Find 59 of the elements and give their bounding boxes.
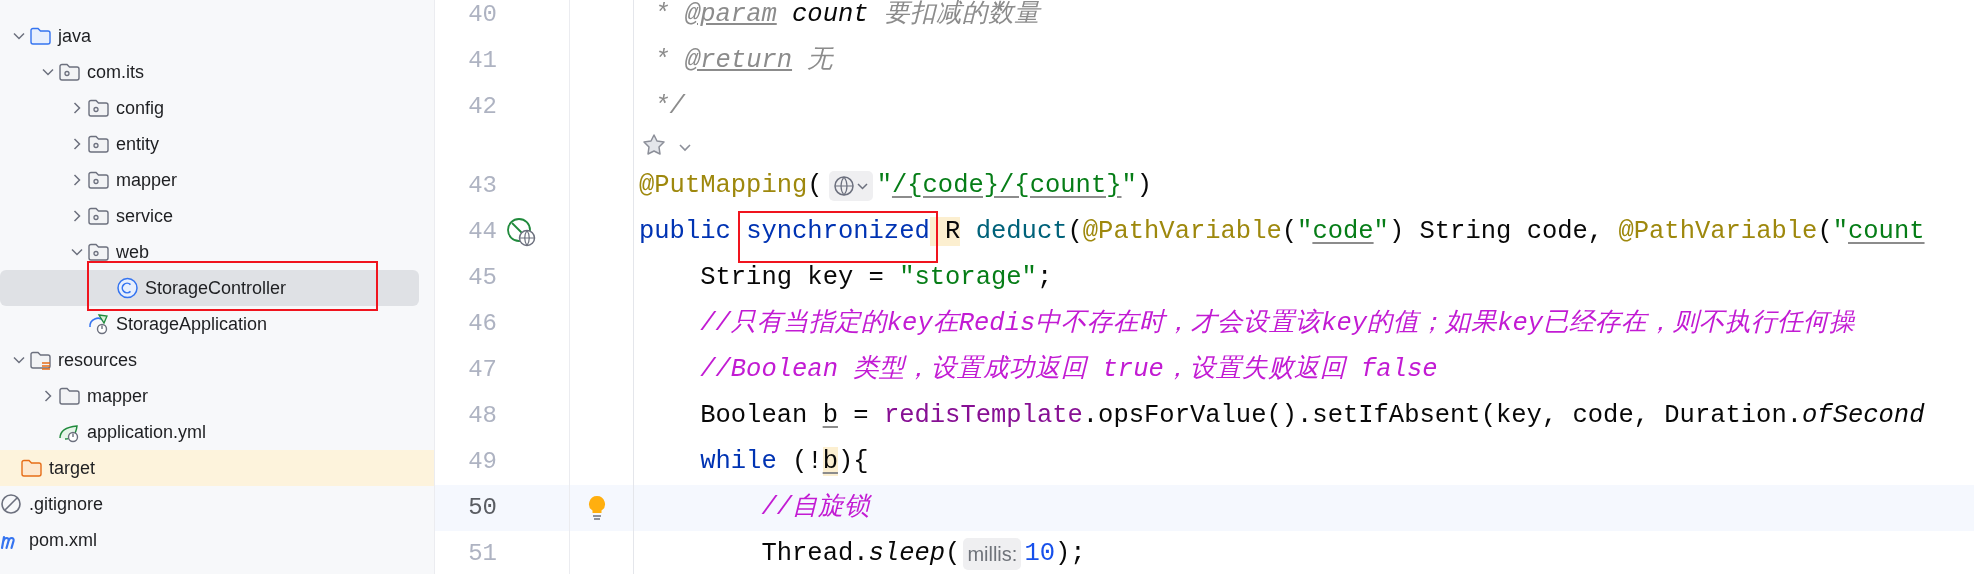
folder-icon — [29, 25, 52, 47]
tree-item-label[interactable]: mapper — [116, 166, 178, 194]
package-icon — [87, 169, 110, 191]
code-text: * @return 无 — [653, 44, 834, 77]
code-text: * @param count 要扣减的数量 — [653, 0, 1040, 31]
tree-item[interactable]: StorageApplication — [0, 306, 434, 342]
package-icon — [87, 241, 110, 263]
tree-item[interactable]: target — [0, 450, 434, 486]
package-icon — [87, 133, 110, 155]
code-text: String key = "storage"; — [699, 261, 1053, 294]
tree-item[interactable]: .gitignore — [0, 486, 434, 522]
line-number: 43 — [467, 171, 497, 201]
spring-leaf-icon — [87, 313, 110, 335]
package-icon — [58, 61, 81, 83]
tree-item-label[interactable]: java — [58, 22, 92, 50]
ignored-file-icon — [0, 493, 23, 515]
line-number: 41 — [467, 46, 497, 76]
code-text: //Boolean 类型，设置成功返回 true，设置失败返回 false — [699, 353, 1438, 386]
tree-item[interactable]: StorageController — [0, 270, 419, 306]
folder-icon — [58, 385, 81, 407]
code-text: while (!b){ — [699, 445, 869, 478]
lightbulb-icon[interactable] — [586, 494, 608, 522]
endpoint-icon[interactable] — [505, 216, 537, 248]
tree-item-label[interactable]: web — [116, 238, 150, 266]
tree-item-label[interactable]: config — [116, 94, 165, 122]
code-text: */ — [653, 90, 685, 123]
line-number: 45 — [467, 263, 497, 293]
code-text: R deduct(@PathVariable("code") String code, @PathVariable("count — [929, 212, 1925, 252]
line-number: 51 — [467, 539, 497, 569]
line-number: 47 — [467, 355, 497, 385]
line-number: 40 — [467, 0, 497, 30]
package-icon — [87, 205, 110, 227]
tree-item-label[interactable]: resources — [58, 346, 138, 374]
code-text: //自旋锁 — [760, 491, 871, 524]
code-text: Boolean b = redisTemplate.opsForValue().setIfAbsent(key, code, Duration.ofSecond — [699, 399, 1925, 432]
line-number: 42 — [467, 92, 497, 122]
code-text: Thread.sleep( — [760, 537, 961, 570]
code-text: "/{code}/{count}") — [876, 169, 1153, 202]
line-number: 49 — [467, 447, 497, 477]
package-icon — [87, 97, 110, 119]
class-icon — [116, 277, 139, 299]
line-number: 46 — [467, 309, 497, 339]
resources-folder-icon — [29, 349, 52, 371]
tree-item-label[interactable]: com.its — [87, 58, 144, 86]
tree-item-label[interactable]: service — [116, 202, 173, 230]
code-text: 10); — [1024, 537, 1086, 570]
line-number: 44 — [467, 217, 497, 247]
code-text: @PutMapping( — [639, 169, 823, 202]
code-text: public — [639, 215, 732, 248]
tree-item-label[interactable]: entity — [116, 130, 160, 158]
code-text: //只有当指定的key在Redis中不存在时，才会设置该key的值；如果key已经存在，则不执行任何操 — [699, 307, 1856, 340]
folder-icon — [20, 457, 43, 479]
inlay-hint: millis: — [963, 538, 1022, 570]
code-text: synchronized — [746, 215, 930, 248]
line-number: 50 — [467, 493, 497, 523]
tree-item[interactable]: pom.xml — [0, 522, 434, 558]
tree-item-label[interactable]: mapper — [87, 382, 149, 410]
line-number: 48 — [467, 401, 497, 431]
tree-item[interactable]: application.yml — [0, 414, 434, 450]
